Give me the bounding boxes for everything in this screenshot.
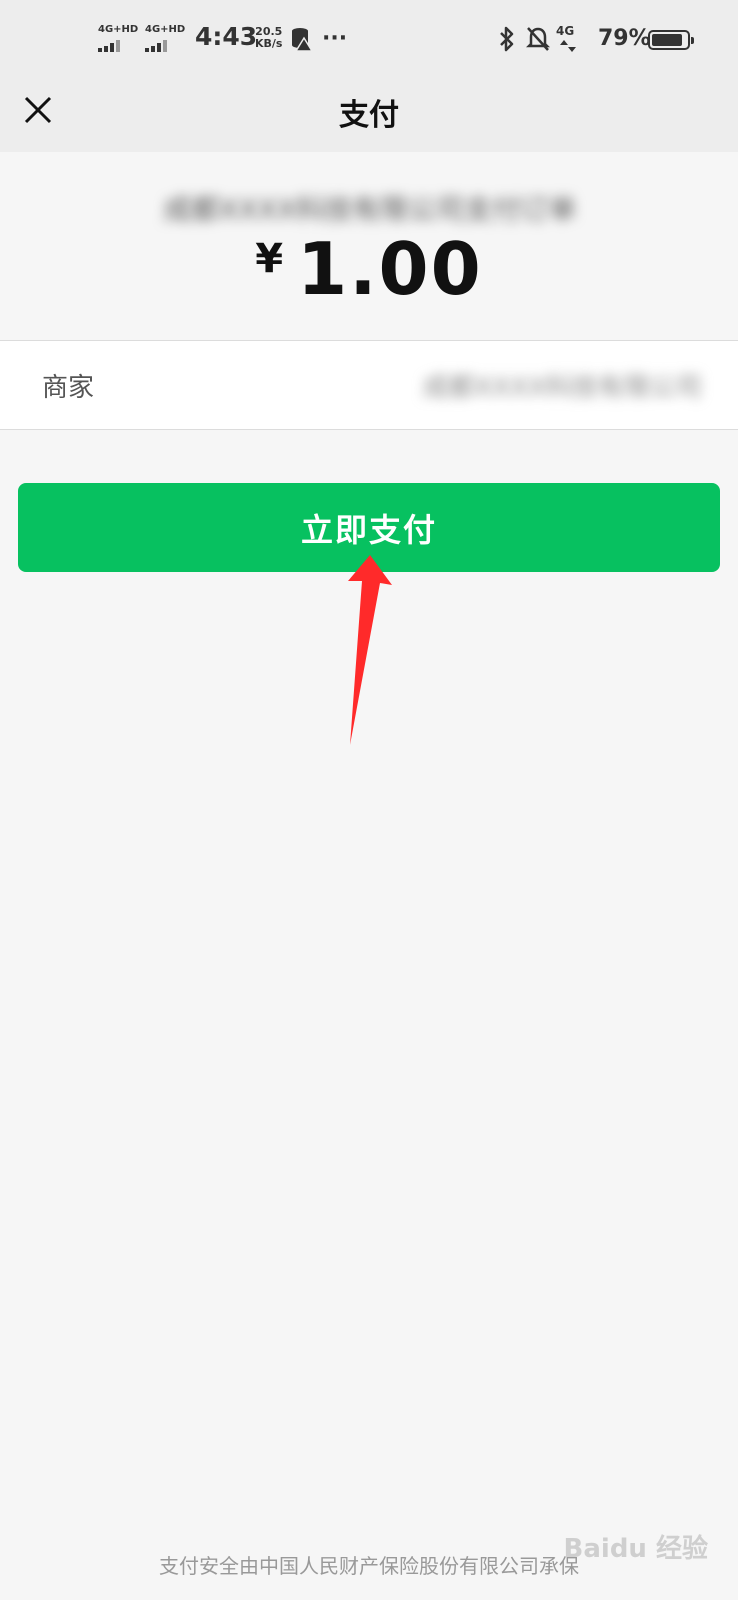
top-bar: 4G+HD 4G+HD 4:43 20.5 KB/s ··· 4G 79% 支付 (0, 0, 738, 152)
status-time: 4:43 (195, 22, 258, 51)
battery-percentage: 79% (598, 26, 651, 51)
payment-amount: ¥1.00 (0, 227, 738, 311)
mobile-data-icon: 4G (556, 24, 582, 54)
status-bar: 4G+HD 4G+HD 4:43 20.5 KB/s ··· 4G 79% (0, 0, 738, 80)
bluetooth-icon (500, 26, 514, 52)
merchant-value-blurred: 成都XXXX科技有限公司 (422, 373, 702, 401)
page-title: 支付 (339, 98, 399, 133)
payment-summary: 成都XXXX科技有限公司支付订单 ¥1.00 (0, 152, 738, 332)
signal-strength-sim1: 4G+HD (98, 24, 138, 52)
signal-strength-sim2: 4G+HD (145, 24, 185, 52)
signal-label: 4G+HD (98, 24, 139, 35)
merchant-row: 商家 成都XXXX科技有限公司 (0, 340, 738, 430)
network-label: 4G (556, 24, 575, 38)
mute-bell-icon (526, 27, 550, 51)
network-speed: 20.5 KB/s (255, 26, 282, 50)
data-arrows-icon (560, 40, 576, 52)
currency-symbol: ¥ (255, 236, 286, 282)
merchant-label: 商家 (42, 373, 95, 403)
signal-bars-icon (145, 40, 175, 52)
battery-icon (648, 30, 694, 50)
data-warning-icon (292, 28, 314, 52)
baidu-watermark: Baidu 经验 (563, 1534, 708, 1564)
signal-label: 4G+HD (145, 24, 186, 35)
red-arrow-annotation (348, 555, 392, 745)
merchant-name-blurred: 成都XXXX科技有限公司支付订单 (163, 193, 577, 222)
signal-bars-icon (98, 40, 128, 52)
more-indicator: ··· (322, 26, 348, 51)
amount-value: 1.00 (297, 227, 483, 311)
network-speed-unit: KB/s (255, 37, 283, 50)
